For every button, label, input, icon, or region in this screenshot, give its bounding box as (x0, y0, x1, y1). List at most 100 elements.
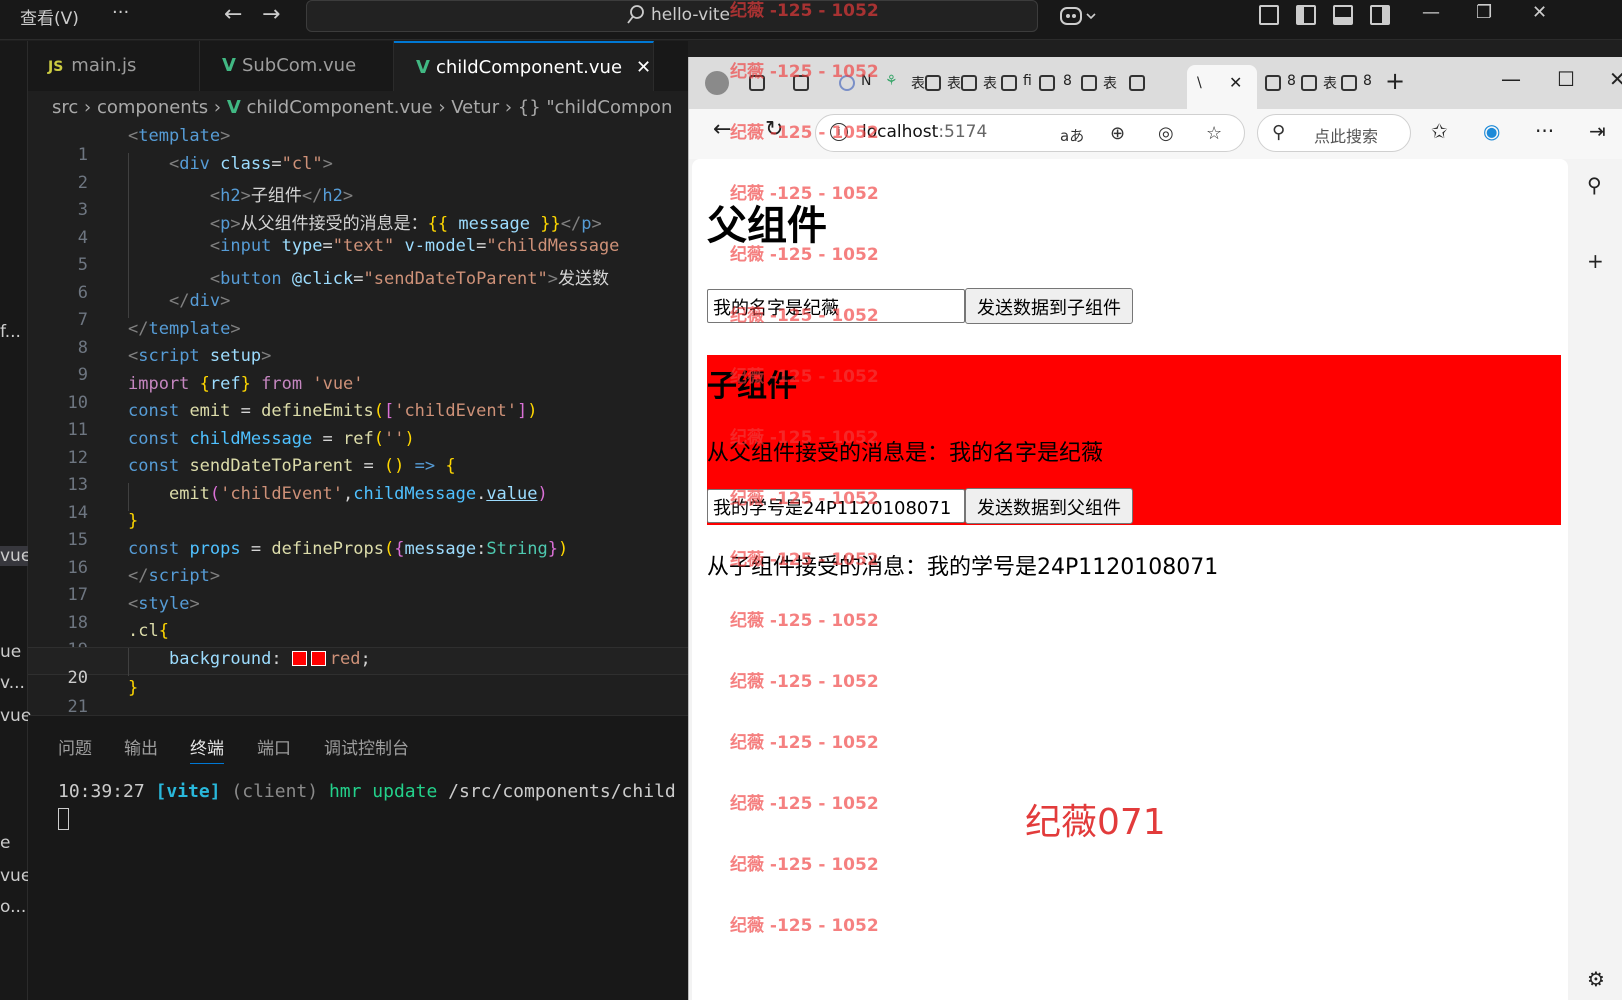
close-window-icon[interactable]: ✕ (1609, 67, 1622, 91)
search-icon: ⚲ (1272, 122, 1286, 143)
sidebar-fragment-selected[interactable]: vue (0, 546, 28, 566)
new-tab-button[interactable]: + (1385, 67, 1405, 95)
browser-tab-label[interactable]: 表 (911, 73, 925, 93)
breadcrumb-src[interactable]: src (52, 97, 78, 118)
close-tab-icon[interactable]: ✕ (636, 57, 651, 78)
back-arrow-icon[interactable]: ← (713, 117, 731, 142)
toggle-secondary-sidebar-icon[interactable] (1370, 5, 1390, 25)
tab-favicon[interactable] (1129, 75, 1145, 91)
code-text: emit('childEvent',childMessage.value) (168, 484, 548, 504)
browser-tab-label[interactable]: 8 (1287, 73, 1296, 89)
tab-favicon[interactable] (961, 75, 977, 91)
color-swatch-icon[interactable] (310, 651, 326, 666)
breadcrumb-vetur[interactable]: Vetur (451, 97, 499, 118)
tab-favicon[interactable] (1039, 75, 1055, 91)
bottom-panel: 问题 输出 终端 端口 调试控制台 10:39:27 [vite] (clien… (28, 715, 688, 1000)
tab-subcom-vue[interactable]: V SubCom.vue (200, 41, 394, 91)
browser-tab-label[interactable]: 表 (947, 73, 961, 93)
command-center-search[interactable]: hello-vite (306, 0, 1038, 32)
panel-tab-ports[interactable]: 端口 (257, 734, 291, 759)
browser-sidebar: ⚲ + ⚙ (1571, 159, 1622, 1000)
forward-arrow-icon[interactable]: → (262, 2, 280, 27)
back-arrow-icon[interactable]: ← (224, 2, 242, 27)
address-bar[interactable]: i localhost:5174 aあ ⊕ ◎ ☆ (815, 114, 1245, 152)
code-text: const props = defineProps({message:Strin… (128, 539, 569, 559)
terminal-cursor[interactable] (58, 808, 69, 830)
sidebar-fragment[interactable]: vue (0, 706, 31, 726)
breadcrumb-symbol[interactable]: {} "childCompon (518, 97, 673, 118)
sidebar-settings-icon[interactable]: ⚙ (1587, 967, 1605, 991)
panel-tab-problems[interactable]: 问题 (58, 734, 92, 759)
code-line: 7 </div> (28, 290, 688, 330)
profile-avatar-icon[interactable] (705, 71, 729, 95)
breadcrumb-components[interactable]: components (97, 97, 208, 118)
customize-layout-icon[interactable] (1259, 5, 1279, 25)
tab-favicon[interactable] (925, 75, 941, 91)
sidebar-add-icon[interactable]: + (1587, 249, 1604, 273)
browser-tab-label[interactable]: 表 (1323, 73, 1337, 93)
code-line: 17 </script> (28, 565, 688, 605)
panel-tab-terminal[interactable]: 终端 (190, 734, 224, 764)
breadcrumb-file[interactable]: childComponent.vue (246, 97, 432, 118)
search-box[interactable]: ⚲ 点此搜索 (1257, 114, 1411, 152)
code-line: 3 <h2>子组件</h2> (28, 180, 688, 220)
tab-favicon[interactable] (1001, 75, 1017, 91)
close-window-icon[interactable]: ✕ (1532, 2, 1547, 23)
edge-logo-icon[interactable]: ◉ (1483, 119, 1500, 143)
more-options-icon[interactable]: ··· (1535, 119, 1554, 143)
sidebar-fragment[interactable]: v... (0, 673, 25, 693)
code-line: 4 <p>从父组件接受的消息是：{{ message }}</p> (28, 208, 688, 248)
maximize-icon[interactable]: ☐ (1557, 67, 1575, 91)
read-aloud-icon[interactable]: aあ (1060, 125, 1084, 146)
code-line: 12 const childMessage = ref('') (28, 428, 688, 468)
browser-tab-label[interactable]: 8 (1063, 73, 1072, 89)
browser-tab-active[interactable]: \ ✕ (1187, 65, 1257, 109)
sidebar-search-icon[interactable]: ⚲ (1587, 173, 1602, 197)
tab-favicon[interactable] (1265, 75, 1281, 91)
minimize-icon[interactable]: — (1501, 67, 1521, 91)
browser-tab-label[interactable]: fi (1023, 73, 1032, 89)
tab-main-js[interactable]: JS main.js (28, 41, 200, 91)
code-editor[interactable]: 1 <template> 2 <div class="cl"> 3 <h2>子组… (28, 125, 688, 715)
share-icon[interactable]: ⇥ (1589, 119, 1606, 143)
toggle-panel-icon[interactable] (1333, 5, 1353, 25)
tab-favicon[interactable] (1301, 75, 1317, 91)
browser-tab-label[interactable]: 表 (983, 73, 997, 93)
code-line: 10 import {ref} from 'vue' (28, 373, 688, 413)
sidebar-fragment[interactable]: o... (0, 897, 26, 917)
favorite-star-icon[interactable]: ☆ (1206, 123, 1222, 144)
send-to-parent-button[interactable]: 发送数据到父组件 (965, 488, 1133, 524)
code-text: <script setup> (128, 346, 272, 366)
code-text: <input type="text" v-model="childMessage (209, 236, 620, 256)
sidebar-fragment[interactable]: ue (0, 642, 21, 662)
panel-tab-output[interactable]: 输出 (124, 734, 158, 759)
restore-icon[interactable]: ❐ (1476, 2, 1492, 23)
minimize-icon[interactable]: — (1422, 2, 1440, 23)
color-swatch-icon[interactable] (291, 651, 307, 666)
sidebar-fragment[interactable]: vue (0, 866, 31, 886)
sidebar-fragment[interactable]: e (0, 833, 10, 853)
close-tab-icon[interactable]: ✕ (1229, 73, 1242, 92)
copilot-icon[interactable] (1058, 4, 1098, 28)
more-menu-button[interactable]: ··· (112, 2, 129, 23)
watermark-text: 纪薇 -125 - 1052 (730, 550, 879, 570)
sidebar-fragment[interactable]: f... (0, 322, 21, 342)
toggle-primary-sidebar-icon[interactable] (1296, 5, 1316, 25)
panel-tab-debug-console[interactable]: 调试控制台 (324, 734, 409, 759)
tab-favicon[interactable] (1081, 75, 1097, 91)
tab-childcomponent-vue[interactable]: VchildComponent.vue ✕ (394, 41, 654, 91)
leaf-favicon-icon[interactable]: ⚘ (885, 73, 898, 89)
tab-label: main.js (71, 55, 137, 76)
browser-tab-label[interactable]: 表 (1103, 73, 1117, 93)
watermark-text: 纪薇 -125 - 1052 (730, 184, 879, 204)
address-url: localhost:5174 (862, 122, 988, 142)
zoom-icon[interactable]: ⊕ (1110, 123, 1125, 144)
favorites-icon[interactable]: ✩ (1431, 119, 1448, 143)
edge-copilot-icon[interactable]: ◎ (1158, 123, 1174, 144)
tab-favicon[interactable] (1341, 75, 1357, 91)
browser-tab-label[interactable]: 8 (1363, 73, 1372, 89)
code-text: } (128, 678, 139, 698)
send-to-child-button[interactable]: 发送数据到子组件 (965, 288, 1133, 324)
menu-view[interactable]: 查看(V) (20, 4, 79, 29)
code-line: 8 </template> (28, 318, 688, 358)
